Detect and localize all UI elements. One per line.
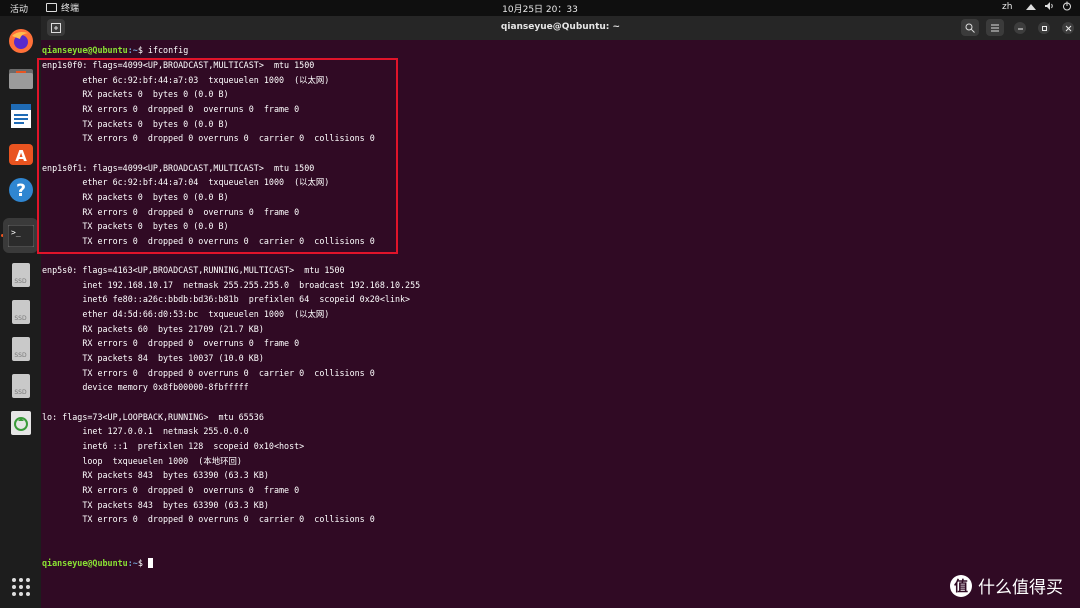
apps-grid-icon <box>11 577 30 596</box>
dock-ssd-4[interactable]: SSD <box>6 371 35 400</box>
terminal-line: lo: flags=73<UP,LOOPBACK,RUNNING> mtu 65… <box>42 411 264 422</box>
dock-ssd-1[interactable]: SSD <box>6 260 35 289</box>
terminal-line: RX packets 843 bytes 63390 (63.3 KB) <box>42 470 269 481</box>
app-menu-label: 终端 <box>61 4 80 14</box>
trash-icon <box>10 410 31 435</box>
terminal-line: RX packets 60 bytes 21709 (21.7 KB) <box>42 323 264 334</box>
close-button[interactable] <box>1062 22 1074 34</box>
power-icon <box>1063 1 1071 11</box>
search-icon <box>965 23 975 33</box>
svg-text:A: A <box>15 147 27 165</box>
show-apps-button[interactable] <box>6 572 35 601</box>
dock-ssd-3[interactable]: SSD <box>6 334 35 363</box>
terminal-line: enp1s0f0: flags=4099<UP,BROADCAST,MULTIC… <box>42 60 315 70</box>
prompt-path: :~ <box>127 45 138 55</box>
terminal-line: inet6 fe80::a26c:bbdb:bd36:b81b prefixle… <box>42 294 411 305</box>
terminal-line: RX packets 0 bytes 0 (0.0 B) <box>42 89 229 100</box>
terminal-line: RX errors 0 dropped 0 overruns 0 frame 0 <box>42 338 300 349</box>
input-method-indicator[interactable]: zh <box>1002 2 1012 12</box>
prompt-user: qianseyue@Qubuntu <box>42 45 128 55</box>
terminal-line: TX packets 0 bytes 0 (0.0 B) <box>42 118 229 129</box>
search-button[interactable] <box>961 19 979 36</box>
firefox-icon <box>8 28 33 53</box>
prompt-symbol: $ <box>137 45 148 55</box>
ssd-drive-icon: SSD <box>11 336 30 361</box>
terminal-output[interactable]: qianseyue@Qubuntu:~$ ifconfig enp1s0f0: … <box>41 40 1080 608</box>
dock-files[interactable] <box>6 64 35 93</box>
dock-help[interactable]: ? <box>6 175 35 204</box>
dock-firefox[interactable] <box>6 26 35 55</box>
terminal-line: TX errors 0 dropped 0 overruns 0 carrier… <box>42 514 375 525</box>
writer-icon <box>10 103 31 128</box>
ssd-drive-icon: SSD <box>11 373 30 398</box>
terminal-icon: >_ <box>7 224 34 247</box>
svg-text:>_: >_ <box>11 228 21 237</box>
terminal-line: enp1s0f1: flags=4099<UP,BROADCAST,MULTIC… <box>42 162 315 173</box>
volume-icon <box>1045 2 1053 10</box>
activities-button[interactable]: 活动 <box>10 2 28 15</box>
terminal-window: qianseyue@Qubuntu: ~ qianseyue@Qubuntu:~… <box>41 16 1080 608</box>
terminal-line: ether 6c:92:bf:44:a7:04 txqueuelen 1000 … <box>42 177 330 188</box>
terminal-line: inet 127.0.0.1 netmask 255.0.0.0 <box>42 426 249 437</box>
dock: A ? >_ SSD SSD SSD SSD <box>0 16 41 608</box>
hamburger-menu-icon <box>991 24 999 31</box>
maximize-button[interactable] <box>1038 22 1050 34</box>
dock-app-center[interactable]: A <box>6 138 35 167</box>
terminal-line: loop txqueuelen 1000 (本地环回) <box>42 455 242 466</box>
prompt-line[interactable]: qianseyue@Qubuntu:~$ <box>42 558 153 569</box>
terminal-line: RX errors 0 dropped 0 overruns 0 frame 0 <box>42 103 300 114</box>
svg-text:?: ? <box>16 181 26 201</box>
help-icon: ? <box>8 177 33 202</box>
prompt-line: qianseyue@Qubuntu:~$ ifconfig <box>42 45 188 56</box>
terminal-line: device memory 0x8fb00000-8fbfffff <box>42 382 249 393</box>
terminal-line: ether d4:5d:66:d0:53:bc txqueuelen 1000 … <box>42 309 330 320</box>
prompt-path: :~ <box>127 558 138 568</box>
dock-terminal[interactable]: >_ <box>3 218 38 253</box>
prompt-user: qianseyue@Qubuntu <box>42 558 128 568</box>
terminal-line: TX packets 84 bytes 10037 (10.0 KB) <box>42 353 264 363</box>
dock-writer[interactable] <box>6 101 35 130</box>
title-bar[interactable]: qianseyue@Qubuntu: ~ <box>41 16 1080 40</box>
files-icon <box>8 68 33 89</box>
terminal-line: enp5s0: flags=4163<UP,BROADCAST,RUNNING,… <box>42 265 345 276</box>
window-title: qianseyue@Qubuntu: ~ <box>500 22 621 32</box>
terminal-line: TX packets 0 bytes 0 (0.0 B) <box>42 221 229 232</box>
ssd-drive-icon: SSD <box>11 262 30 287</box>
minimize-icon <box>1017 28 1023 29</box>
watermark: 值 什么值得买 <box>950 573 1063 598</box>
terminal-line: RX errors 0 dropped 0 overruns 0 frame 0 <box>42 206 300 217</box>
terminal-line: RX packets 0 bytes 0 (0.0 B) <box>42 191 229 202</box>
terminal-line: RX errors 0 dropped 0 overruns 0 frame 0 <box>42 484 300 495</box>
minimize-button[interactable] <box>1014 22 1026 34</box>
top-bar: 活动 终端 10月25日 20：33 zh <box>0 0 1080 16</box>
ssd-drive-icon: SSD <box>11 299 30 324</box>
terminal-line: TX errors 0 dropped 0 overruns 0 carrier… <box>42 133 375 144</box>
close-icon <box>1065 25 1071 31</box>
terminal-line: TX errors 0 dropped 0 overruns 0 carrier… <box>42 235 375 246</box>
prompt-symbol: $ <box>137 558 148 568</box>
dock-ssd-2[interactable]: SSD <box>6 297 35 326</box>
menu-button[interactable] <box>986 19 1004 36</box>
terminal-line: TX packets 843 bytes 63390 (63.3 KB) <box>42 499 269 510</box>
system-tray[interactable] <box>1026 1 1072 11</box>
terminal-line: ether 6c:92:bf:44:a7:03 txqueuelen 1000 … <box>42 74 330 85</box>
terminal-line: inet6 ::1 prefixlen 128 scopeid 0x10<hos… <box>42 440 305 451</box>
command-text: ifconfig <box>147 45 189 55</box>
text-cursor <box>147 558 153 568</box>
app-center-icon: A <box>8 143 33 165</box>
terminal-icon <box>46 3 57 12</box>
terminal-line: TX errors 0 dropped 0 overruns 0 carrier… <box>42 367 375 378</box>
network-icon <box>1026 4 1036 10</box>
app-menu[interactable]: 终端 <box>46 1 79 14</box>
clock[interactable]: 10月25日 20：33 <box>0 2 1080 15</box>
watermark-logo: 值 <box>950 574 972 597</box>
restore-icon <box>1041 25 1047 31</box>
terminal-line: inet 192.168.10.17 netmask 255.255.255.0… <box>42 279 421 290</box>
dock-trash[interactable] <box>6 408 35 437</box>
watermark-text: 什么值得买 <box>978 578 1063 598</box>
